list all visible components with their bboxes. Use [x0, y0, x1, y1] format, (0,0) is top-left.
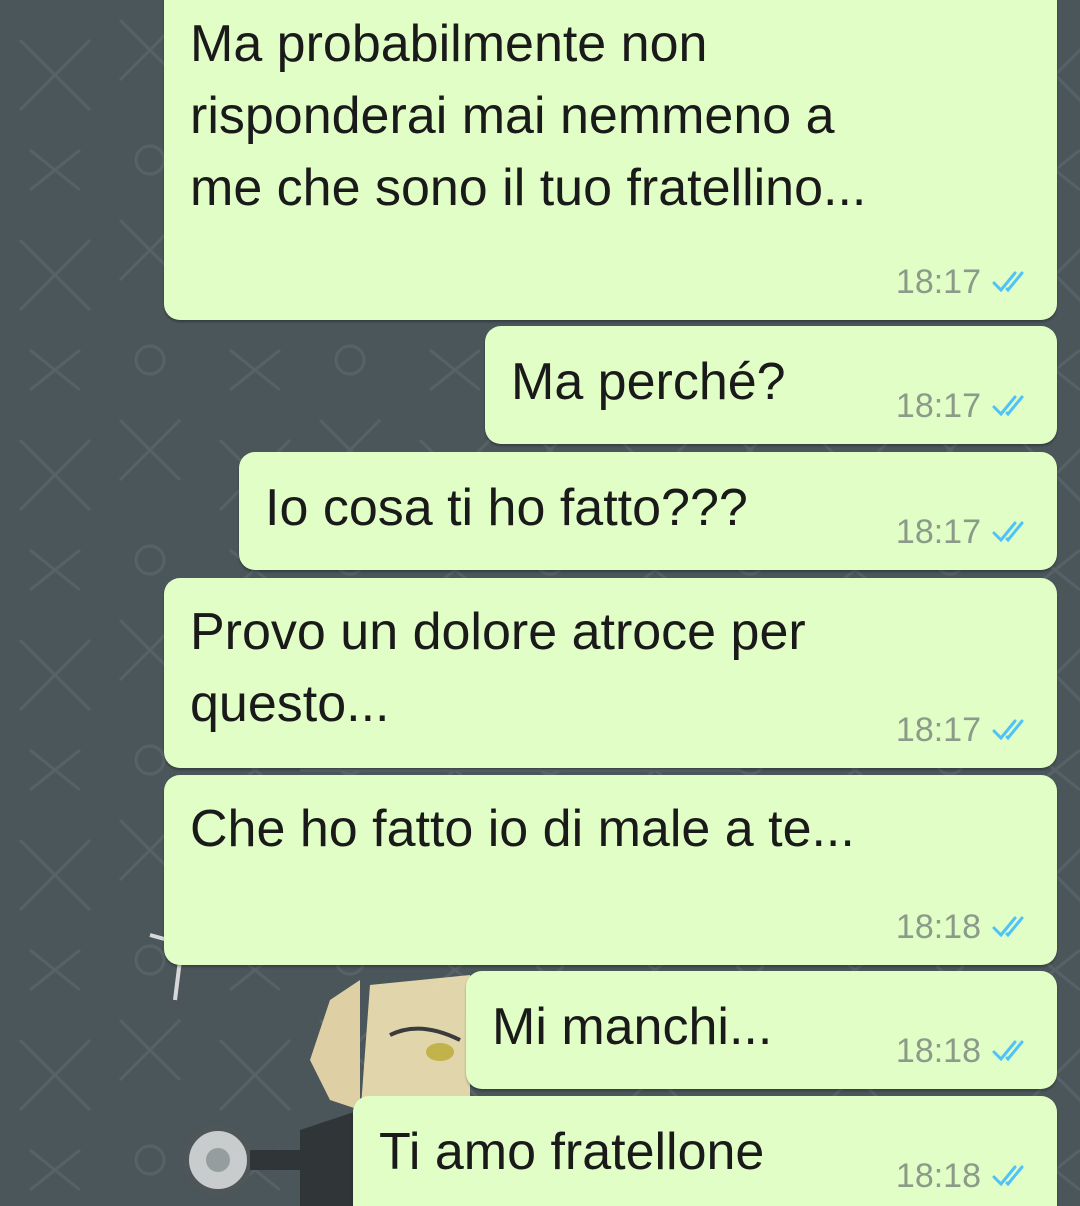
double-check-read-icon	[992, 1040, 1024, 1062]
double-check-read-icon	[992, 271, 1024, 293]
message-meta: 18:17	[896, 710, 1031, 750]
message-bubble[interactable]: Io cosa ti ho fatto??? 18:17	[239, 452, 1057, 570]
message-text: Ma probabilmente non risponderai mai nem…	[190, 15, 867, 217]
message-timestamp: 18:17	[895, 263, 981, 301]
message-timestamp: 18:18	[895, 908, 981, 946]
message-timestamp: 18:18	[895, 1032, 981, 1070]
message-meta: 18:17	[896, 262, 1031, 302]
message-timestamp: 18:17	[895, 513, 981, 551]
double-check-read-icon	[992, 521, 1024, 543]
message-meta: 18:18	[896, 907, 1031, 947]
message-meta: 18:17	[896, 512, 1031, 552]
message-text: Io cosa ti ho fatto???	[265, 479, 748, 537]
message-text: Ti amo fratellone	[379, 1123, 765, 1181]
message-timestamp: 18:17	[895, 711, 981, 749]
message-bubble[interactable]: Provo un dolore atroce per questo... 18:…	[164, 578, 1057, 768]
message-text: Che ho fatto io di male a te...	[190, 800, 855, 858]
message-meta: 18:17	[896, 386, 1031, 426]
double-check-read-icon	[992, 916, 1024, 938]
message-timestamp: 18:17	[895, 387, 981, 425]
message-text: Mi manchi...	[492, 998, 773, 1056]
double-check-read-icon	[992, 1165, 1024, 1187]
message-text: Provo un dolore atroce per questo...	[190, 603, 806, 733]
message-meta: 18:18	[896, 1156, 1031, 1196]
message-bubble[interactable]: Ti amo fratellone 18:18	[353, 1096, 1057, 1206]
message-meta: 18:18	[896, 1031, 1031, 1071]
double-check-read-icon	[992, 719, 1024, 741]
message-timestamp: 18:18	[895, 1157, 981, 1195]
message-text: Ma perché?	[511, 353, 786, 411]
message-bubble[interactable]: Ma perché? 18:17	[485, 326, 1057, 444]
message-bubble[interactable]: Mi manchi... 18:18	[466, 971, 1057, 1089]
double-check-read-icon	[992, 395, 1024, 417]
message-bubble[interactable]: Che ho fatto io di male a te... 18:18	[164, 775, 1057, 965]
message-bubble[interactable]: Ma probabilmente non risponderai mai nem…	[164, 0, 1057, 320]
